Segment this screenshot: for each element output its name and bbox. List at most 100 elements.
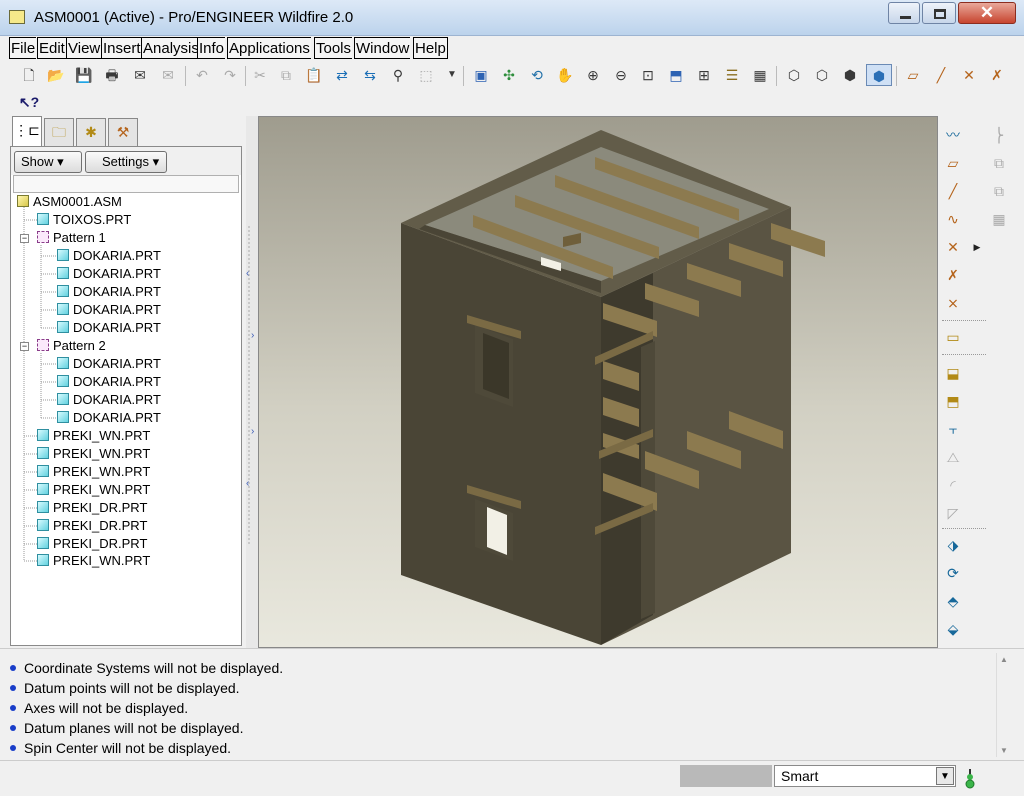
round-icon[interactable]: ◜ [942,474,964,496]
regen-manager-icon[interactable]: ⇆ [359,64,381,86]
blend-icon[interactable]: ⬙ [942,618,964,640]
datum-planes-icon[interactable]: ▱ [902,64,924,86]
tree-item[interactable]: PREKI_WN.PRT [37,481,150,499]
wireframe-icon[interactable]: ⬡ [783,64,805,86]
tree-item-pattern[interactable]: Pattern 1 [37,229,106,247]
paste-icon[interactable]: 📋 [303,64,325,86]
menu-window[interactable]: Window [354,37,411,59]
insert-tool-icon[interactable]: ▭ [942,326,964,348]
datum-point-icon[interactable]: ✕ [942,236,964,258]
tree-item[interactable]: DOKARIA.PRT [57,373,161,391]
graphics-window[interactable] [258,116,938,648]
sketch-tool-icon[interactable]: 〰 [942,124,964,146]
minimize-button[interactable] [888,2,920,24]
regenerate-icon[interactable]: ⇄ [331,64,353,86]
whats-this-icon[interactable]: ↖? [18,91,40,113]
tree-item[interactable]: DOKARIA.PRT [57,319,161,337]
favorites-tab[interactable]: ✱ [76,118,106,146]
menu-help[interactable]: Help [413,37,448,59]
datum-csys-icon[interactable]: ✗ [942,264,964,286]
select-box-icon[interactable]: ⬚ [415,64,437,86]
revolve-icon[interactable]: ⟳ [942,562,964,584]
menu-insert[interactable]: Insert [101,37,142,59]
email-icon[interactable]: ✉ [129,64,151,86]
layers-icon[interactable]: ☰ [721,64,743,86]
spin-center-icon[interactable]: ✣ [498,64,520,86]
menu-edit[interactable]: Edit [37,37,66,59]
draft-icon[interactable]: ⧍ [942,446,964,468]
shading-icon[interactable]: ⬢ [866,64,892,86]
tree-item[interactable]: PREKI_DR.PRT [37,535,147,553]
saved-views-icon[interactable]: ⊞ [693,64,715,86]
pan-icon[interactable]: ✋ [554,64,576,86]
chamfer-icon[interactable]: ◸ [942,502,964,524]
datum-axis-icon[interactable]: ╱ [942,180,964,202]
tree-item[interactable]: PREKI_WN.PRT [37,552,150,570]
pattern-icon[interactable]: ▦ [988,208,1010,230]
view-manager-icon[interactable]: ▦ [749,64,771,86]
datum-curve-icon[interactable]: ∿ [942,208,964,230]
tree-item[interactable]: PREKI_DR.PRT [37,517,147,535]
tree-item[interactable]: TOIXOS.PRT [37,211,131,229]
tree-item[interactable]: PREKI_WN.PRT [37,463,150,481]
tree-item[interactable]: PREKI_DR.PRT [37,499,147,517]
tree-item[interactable]: DOKARIA.PRT [57,355,161,373]
message-scrollbar[interactable]: ▲ ▼ [996,653,1012,757]
new-icon[interactable]: 🗋 [18,64,40,86]
hidden-line-icon[interactable]: ⬡ [811,64,833,86]
folder-browser-tab[interactable]: 🗀 [44,118,74,146]
hole-icon[interactable]: ⬓ [942,362,964,384]
menu-info[interactable]: Info [197,37,226,59]
open-icon[interactable]: 📂 [45,64,67,86]
undo-icon[interactable]: ↶ [191,64,213,86]
save-icon[interactable]: 💾 [73,64,95,86]
zoom-in-icon[interactable]: ⊕ [582,64,604,86]
datum-points-icon[interactable]: ✕ [958,64,980,86]
close-button[interactable]: ✕ [958,2,1016,24]
panel-splitter[interactable]: ‹ › › ‹ [246,116,258,648]
zoom-out-icon[interactable]: ⊖ [610,64,632,86]
tree-item-pattern[interactable]: Pattern 2 [37,337,106,355]
reorient-icon[interactable]: ⬒ [665,64,687,86]
analysis-feature-icon[interactable]: ⨯ [942,292,964,314]
datum-axes-icon[interactable]: ╱ [930,64,952,86]
menu-file[interactable]: File [9,37,37,59]
sweep-icon[interactable]: ⬘ [942,590,964,612]
menu-view[interactable]: View [66,37,102,59]
menu-applications[interactable]: Applications [227,37,311,59]
repaint-icon[interactable]: ▣ [470,64,492,86]
chevron-down-icon[interactable]: ▼ [936,767,954,785]
tree-item[interactable]: DOKARIA.PRT [57,265,161,283]
selection-filter[interactable]: Smart ▼ [774,765,956,787]
email-link-icon[interactable]: ✉ [157,64,179,86]
merge-icon[interactable]: ⧉ [988,152,1010,174]
cut-icon[interactable]: ✂ [249,64,271,86]
copy-icon[interactable]: ⧉ [275,64,297,86]
settings-dropdown[interactable]: Settings ▾ [85,151,167,173]
tree-item[interactable]: PREKI_WN.PRT [37,427,150,445]
maximize-button[interactable] [922,2,956,24]
find-icon[interactable]: ⚲ [387,64,409,86]
connections-tab[interactable]: ⚒ [108,118,138,146]
select-dropdown-icon[interactable]: ▼ [441,64,463,86]
menu-analysis[interactable]: Analysis [141,37,200,59]
no-hidden-icon[interactable]: ⬢ [839,64,861,86]
refit-icon[interactable]: ⊡ [637,64,659,86]
menu-tools[interactable]: Tools [314,37,353,59]
mirror-icon[interactable]: ⎬ [988,124,1010,146]
tree-item[interactable]: DOKARIA.PRT [57,283,161,301]
datum-plane-icon[interactable]: ▱ [942,152,964,174]
orient-mode-icon[interactable]: ⟲ [526,64,548,86]
coordinate-systems-icon[interactable]: ✗ [986,64,1008,86]
datum-point-more-icon[interactable]: ▶ [966,236,988,258]
tree-item[interactable]: DOKARIA.PRT [57,409,161,427]
print-icon[interactable]: 🖶 [101,64,123,86]
extrude-icon[interactable]: ⬗ [942,534,964,556]
trim-icon[interactable]: ⧉ [988,180,1010,202]
redo-icon[interactable]: ↷ [219,64,241,86]
tree-item[interactable]: DOKARIA.PRT [57,391,161,409]
rib-icon[interactable]: ⫟ [942,418,964,440]
tree-item[interactable]: DOKARIA.PRT [57,247,161,265]
tree-item[interactable]: PREKI_WN.PRT [37,445,150,463]
tree-item[interactable]: DOKARIA.PRT [57,301,161,319]
